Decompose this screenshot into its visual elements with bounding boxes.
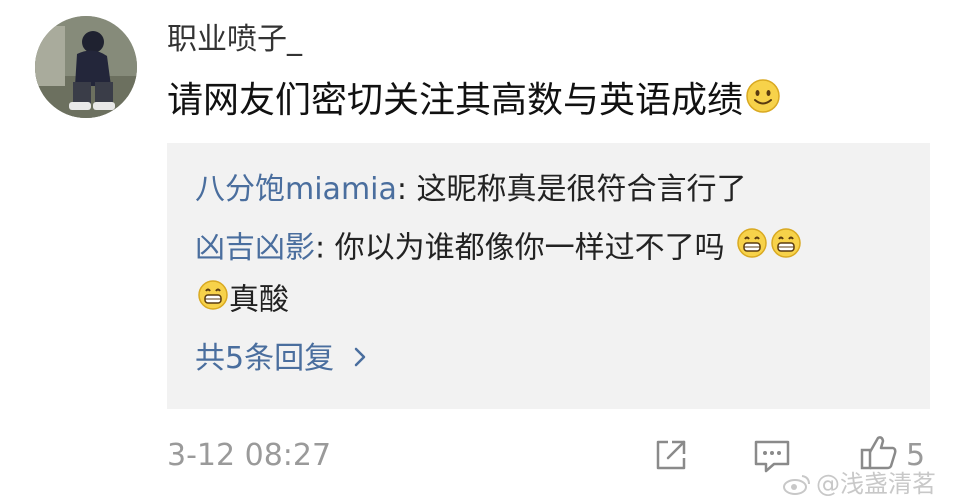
grin-emoji-icon: [736, 227, 768, 271]
comment-body: 请网友们密切关注其高数与英语成绩: [167, 80, 744, 121]
comment-text: 请网友们密切关注其高数与英语成绩: [167, 78, 781, 126]
grin-emoji-icon: [197, 279, 229, 323]
reply-author[interactable]: 八分饱miamia: [195, 172, 397, 207]
thumbs-up-icon: [860, 436, 897, 470]
view-more-replies-link[interactable]: 共5条回复: [195, 338, 368, 381]
more-replies-label: 共5条回复: [195, 341, 335, 376]
watermark-text: @浅盏清茗: [816, 470, 936, 498]
reply-text: 这昵称真是很符合言行了: [416, 172, 747, 207]
replies-panel: 八分饱miamia: 这昵称真是很符合言行了 凶吉凶影: 你以为谁都像你一样过不…: [167, 143, 930, 409]
reply-text: 真酸: [229, 282, 289, 318]
reply-item-continued: 真酸: [195, 279, 289, 323]
reply-text: 你以为谁都像你一样过不了吗: [334, 230, 725, 266]
username[interactable]: 职业喷子_: [167, 20, 302, 60]
timestamp: 3-12 08:27: [167, 438, 332, 473]
avatar-photo: [35, 16, 137, 118]
reply-separator: :: [396, 172, 417, 207]
share-button[interactable]: [652, 436, 690, 478]
smile-emoji-icon: [745, 78, 781, 126]
reply-item[interactable]: 八分饱miamia: 这昵称真是很符合言行了: [195, 169, 747, 211]
chevron-right-icon: [352, 339, 368, 381]
share-icon: [656, 440, 686, 470]
watermark: @浅盏清茗: [782, 468, 936, 500]
reply-author[interactable]: 凶吉凶影: [195, 231, 315, 266]
weibo-logo-icon: [783, 475, 810, 495]
avatar[interactable]: [35, 16, 137, 118]
reply-separator: :: [315, 230, 335, 266]
reply-item[interactable]: 凶吉凶影: 你以为谁都像你一样过不了吗: [195, 227, 802, 271]
grin-emoji-icon: [770, 227, 802, 271]
